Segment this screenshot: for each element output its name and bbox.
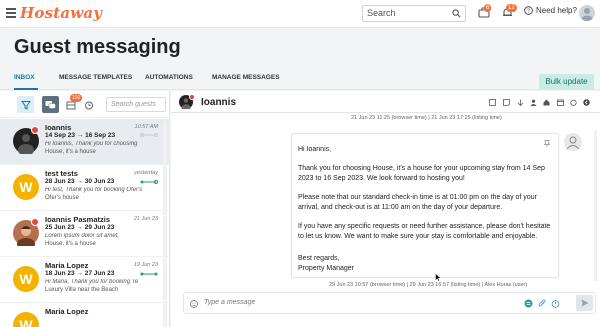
chat-panel: Ioannis 21 Jun 23 11:25 (browser time) |… [171, 91, 600, 327]
message-paragraph: Please note that our standard check-in t… [298, 194, 537, 211]
property-name: House, it's a house [45, 241, 96, 247]
chat-header: Ioannis [171, 91, 600, 113]
translate-icon[interactable] [489, 99, 496, 106]
guest-name: test tests [45, 169, 78, 178]
alarm-clock-icon[interactable] [570, 99, 577, 106]
message-signature: Property Manager [298, 265, 355, 272]
composer-placeholder: Type a message [204, 299, 256, 306]
conversation-item[interactable]: W Maria Lopez [0, 303, 170, 327]
guest-icon[interactable] [530, 99, 537, 106]
guest-name: Ioannis [45, 123, 72, 132]
channel-badge-icon [189, 94, 195, 100]
conversation-item[interactable]: Ioannis Pasmatzis 21 Jun 23 25 Jun 23 → … [0, 211, 170, 257]
attachment-icon[interactable] [538, 299, 546, 308]
stay-timeline-icon [140, 133, 158, 137]
logo[interactable]: Hostaway [20, 4, 102, 22]
tab-manage-messages[interactable]: MANAGE MESSAGES [212, 74, 280, 81]
message-signoff: Best regards, [298, 255, 340, 262]
user-icon [566, 136, 580, 150]
user-icon [581, 8, 593, 21]
note-icon[interactable] [503, 99, 510, 106]
bulk-update-button[interactable]: Bulk update [539, 74, 594, 90]
stay-dates: 25 Jun 23 → 29 Jun 23 [45, 224, 115, 231]
guest-avatar: W [13, 266, 39, 292]
alarm-clock-icon [84, 101, 93, 109]
last-message: Hi Maria, Thank you for booking Te [45, 279, 139, 285]
chat-scrollbar[interactable] [594, 131, 597, 281]
property-name: Ofer's house [45, 195, 79, 201]
guest-avatar: W [13, 312, 39, 327]
tab-automations[interactable]: AUTOMATIONS [145, 74, 193, 81]
page-title: Guest messaging [14, 36, 181, 58]
template-icon[interactable] [524, 299, 533, 308]
user-avatar[interactable] [579, 5, 595, 21]
stay-timeline-icon [140, 272, 158, 276]
home-icon[interactable] [543, 99, 550, 106]
stay-timeline-icon [140, 180, 158, 184]
conversation-time: 19 Jun 23 [133, 262, 158, 268]
menu-icon[interactable] [6, 8, 16, 18]
stay-dates: 14 Sep 23 → 16 Sep 23 [45, 132, 116, 139]
send-icon [581, 299, 588, 307]
send-button[interactable] [576, 295, 593, 311]
top-bar: Hostaway Search 6 12 ? Need help? [0, 0, 600, 28]
guest-name: Maria Lopez [45, 261, 89, 270]
schedule-icon[interactable] [551, 299, 560, 308]
search-icon [452, 9, 461, 18]
stay-dates: 18 Jun 23 → 27 Jun 23 [45, 270, 115, 277]
conversation-time: 10:57 AM [134, 124, 158, 130]
chat-bubbles-icon [45, 100, 56, 109]
guest-name: Maria Lopez [45, 307, 89, 316]
conversation-time: yesterday [134, 170, 158, 176]
alerts-badge: 12 [506, 4, 517, 12]
message-bubble: Hi Ioannis, Thank you for choosing House… [291, 133, 559, 278]
message-paragraph: Thank you for choosing House, it's a hou… [298, 165, 545, 182]
message-timestamp: 21 Jun 23 11:25 (browser time) | 21 Jun … [351, 115, 502, 121]
guest-search-input[interactable]: Search guests [106, 97, 166, 112]
help-link[interactable]: ? Need help? [524, 6, 577, 15]
search-placeholder: Search [367, 8, 396, 18]
tab-message-templates[interactable]: MESSAGE TEMPLATES [59, 74, 132, 81]
sender-avatar [564, 133, 582, 151]
message-composer[interactable]: Type a message [183, 292, 596, 314]
search-input[interactable]: Search [362, 5, 466, 22]
channel-badge-icon [31, 218, 39, 226]
property-name: House, it's a house [45, 149, 96, 155]
message-paragraph: If you have any specific requests or nee… [298, 223, 551, 240]
arrow-icon[interactable] [517, 99, 524, 106]
emoji-icon[interactable] [190, 300, 198, 308]
question-icon: ? [524, 6, 533, 15]
conversation-item[interactable]: Ioannis 10:57 AM 14 Sep 23 → 16 Sep 23 H… [0, 119, 170, 165]
conversations-view-button[interactable] [42, 96, 59, 113]
message-timestamp: 29 Jun 23 10:57 (browser time) | 29 Jun … [329, 282, 528, 288]
notifications-badge: 6 [484, 4, 492, 12]
last-message: Lorem ipsum dolor sit amet, [45, 233, 120, 239]
filter-bar: 100 Search guests [0, 91, 170, 118]
conversation-scrollbar[interactable] [163, 121, 167, 327]
stay-dates: 28 Jun 23 → 30 Jun 23 [45, 178, 115, 185]
chat-guest-name: Ioannis [201, 97, 237, 108]
tab-bar: INBOX MESSAGE TEMPLATES AUTOMATIONS MANA… [0, 68, 600, 90]
collapse-icon[interactable] [583, 99, 590, 106]
conversation-list-panel: 100 Search guests Ioannis 10:57 AM 14 Se… [0, 91, 170, 327]
last-message: Hi Ioannis, Thank you for choosing [45, 141, 138, 147]
help-label: Need help? [536, 6, 577, 15]
calendar-icon[interactable] [557, 99, 564, 106]
filter-button[interactable] [17, 96, 34, 113]
conversation-item[interactable]: W Maria Lopez 19 Jun 23 18 Jun 23 → 27 J… [0, 257, 170, 303]
conversation-time: 21 Jun 23 [133, 216, 158, 222]
channel-badge-icon [31, 126, 39, 134]
last-message: Hi test, Thank you for booking Ofer's [45, 187, 143, 193]
active-tab-indicator [14, 88, 38, 90]
tab-inbox[interactable]: INBOX [14, 74, 35, 81]
mouse-cursor-icon [435, 273, 441, 282]
guest-name: Ioannis Pasmatzis [45, 215, 111, 224]
conversation-item[interactable]: W test tests yesterday 28 Jun 23 → 30 Ju… [0, 165, 170, 211]
filter-icon [20, 100, 31, 110]
message-greeting: Hi Ioannis, [298, 146, 332, 153]
scheduled-button[interactable] [80, 96, 97, 113]
guest-avatar: W [13, 174, 39, 200]
property-name: Luxury Villa near the Beach [45, 287, 119, 293]
